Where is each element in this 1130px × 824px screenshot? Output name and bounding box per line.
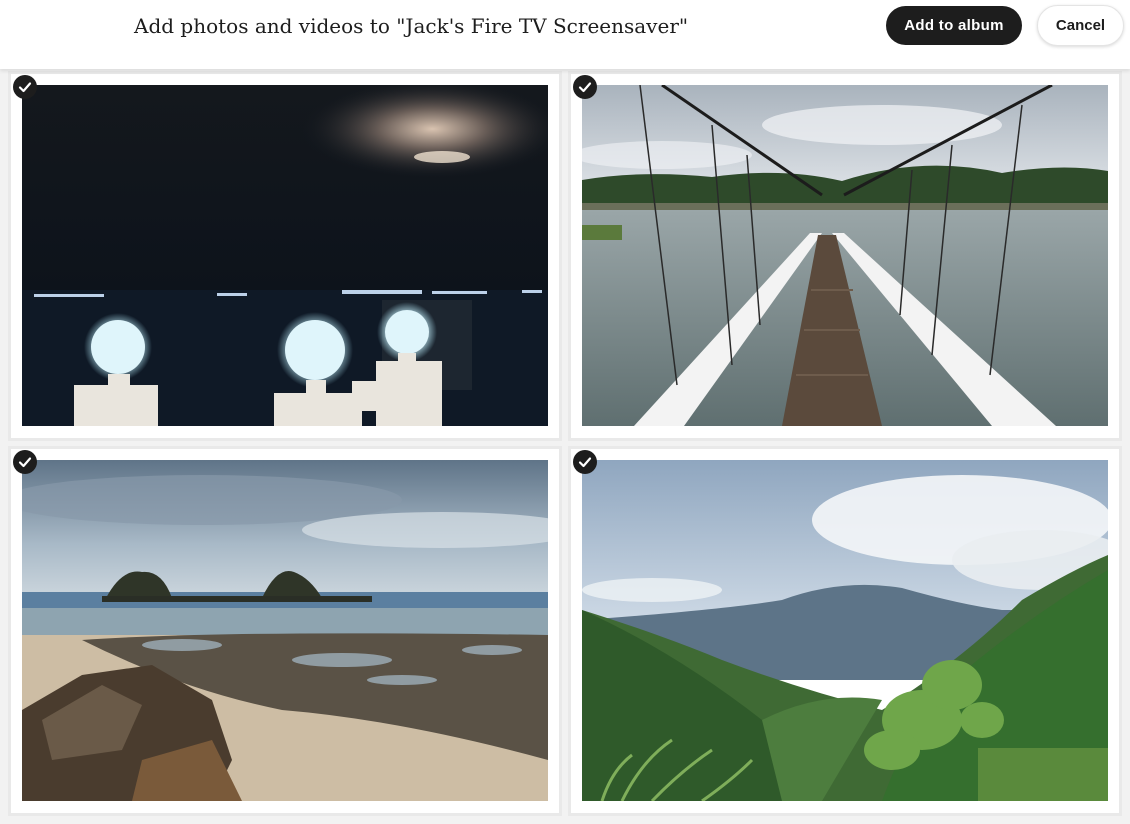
selected-check-icon[interactable]: [13, 75, 37, 99]
photo-rocky-beach-islets: [22, 460, 548, 801]
night-sea-image: [22, 85, 548, 426]
photo-mountain-valley-forest: [582, 460, 1108, 801]
bridge-image: [582, 85, 1108, 426]
selected-check-icon[interactable]: [13, 450, 37, 474]
photo-tile-3[interactable]: [8, 446, 562, 816]
selected-check-icon[interactable]: [573, 75, 597, 99]
beach-image: [22, 460, 548, 801]
add-to-album-button[interactable]: Add to album: [886, 6, 1022, 45]
mountain-image: [582, 460, 1108, 801]
photo-tile-2[interactable]: [568, 71, 1122, 441]
photo-suspension-bridge-river: [582, 85, 1108, 426]
dialog-header: Add photos and videos to "Jack's Fire TV…: [0, 0, 1130, 69]
photo-tile-4[interactable]: [568, 446, 1122, 816]
photo-grid: [0, 69, 1130, 824]
photo-night-sea-lamps: [22, 85, 548, 426]
selected-check-icon[interactable]: [573, 450, 597, 474]
dialog-title: Add photos and videos to "Jack's Fire TV…: [134, 14, 689, 38]
photo-tile-1[interactable]: [8, 71, 562, 441]
cancel-button[interactable]: Cancel: [1037, 5, 1124, 46]
